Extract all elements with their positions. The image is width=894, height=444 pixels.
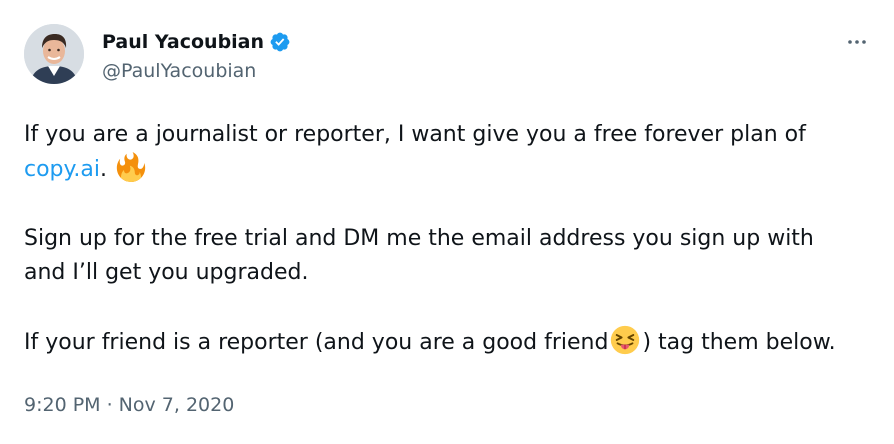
timestamp-link[interactable]: 9:20 PM · Nov 7, 2020 [24,394,234,416]
more-options-button[interactable] [842,30,872,54]
tweet-line-5: If your friend is a reporter (and you ar… [24,325,874,360]
display-name[interactable]: Paul Yacoubian [102,31,264,53]
avatar[interactable] [24,24,84,84]
squinting-tongue-emoji-icon [610,325,640,355]
tweet-line-2: copy.ai. [24,152,874,187]
line2-suffix: . [100,157,107,182]
line3-text: Sign up for the free trial and DM me the… [24,226,814,251]
verified-badge-icon [269,31,291,53]
tweet-card: Paul Yacoubian @PaulYacoubian If you are… [0,0,894,444]
tweet-line-4: and I’ll get you upgraded. [24,256,874,290]
fire-emoji-icon [116,152,146,182]
copy-ai-link[interactable]: copy.ai [24,157,100,182]
line5-prefix: If your friend is a reporter (and you ar… [24,330,609,355]
author-block: Paul Yacoubian @PaulYacoubian [102,30,291,82]
tweet-line-3: Sign up for the free trial and DM me the… [24,222,874,256]
line4-text: and I’ll get you upgraded. [24,260,309,285]
line1-text: If you are a journalist or reporter, I w… [24,122,806,147]
tweet-text: If you are a journalist or reporter, I w… [24,118,874,360]
more-icon [848,40,866,44]
handle[interactable]: @PaulYacoubian [102,60,291,82]
name-row: Paul Yacoubian [102,30,291,54]
tweet-line-1: If you are a journalist or reporter, I w… [24,118,874,152]
line5-suffix: ) tag them below. [642,330,836,355]
avatar-photo [24,24,84,84]
